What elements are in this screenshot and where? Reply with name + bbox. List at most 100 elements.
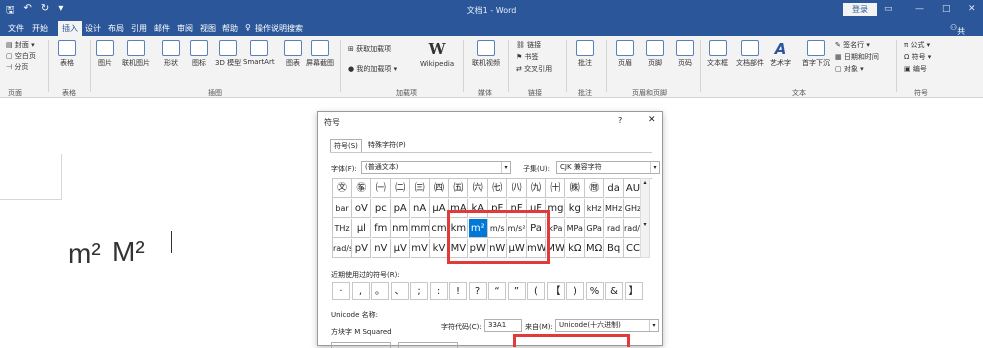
date-time-button[interactable]: ▦ 日期和时间	[835, 52, 879, 62]
symbol-cell[interactable]: ㈧	[507, 179, 527, 198]
recent-symbol[interactable]: “	[488, 282, 506, 300]
symbol-cell[interactable]: kHz	[585, 199, 605, 218]
page-number-button[interactable]: 页码	[676, 40, 694, 68]
tab-file[interactable]: 文件	[8, 23, 24, 34]
symbol-cell[interactable]: bar	[333, 199, 352, 218]
shapes-button[interactable]: 形状	[162, 40, 180, 68]
footer-button[interactable]: 页脚	[646, 40, 664, 68]
tab-view[interactable]: 视图	[200, 23, 216, 34]
recent-symbol[interactable]: ;	[410, 282, 428, 300]
recent-symbol[interactable]: ?	[468, 282, 487, 300]
symbol-cell[interactable]: ㈱	[565, 179, 585, 198]
symbol-cell[interactable]: da	[604, 179, 624, 198]
wordart-button[interactable]: A 艺术字	[770, 40, 791, 68]
object-button[interactable]: ▢ 对象 ▾	[835, 64, 864, 74]
wikipedia-button[interactable]: W Wikipedia	[420, 40, 454, 68]
symbol-cell[interactable]: ㈥	[468, 179, 488, 198]
symbol-cell[interactable]: rad/s²	[333, 239, 352, 258]
quick-parts-button[interactable]: 文档部件	[736, 40, 764, 68]
symbol-cell[interactable]: rad	[604, 219, 624, 238]
symbol-cell[interactable]: THz	[333, 219, 352, 238]
recent-symbol[interactable]: :	[429, 282, 448, 300]
tab-references[interactable]: 引用	[131, 23, 147, 34]
help-button[interactable]: ?	[618, 116, 622, 125]
link-button[interactable]: ⛓ 链接	[516, 40, 541, 50]
symbol-cell[interactable]: mV	[410, 239, 430, 258]
drop-cap-button[interactable]: 首字下沉	[802, 40, 830, 68]
symbol-cell[interactable]: ㈡	[391, 179, 411, 198]
symbol-cell[interactable]: MPa	[565, 219, 585, 238]
tab-design[interactable]: 设计	[85, 23, 101, 34]
symbol-cell[interactable]: ㈦	[488, 179, 508, 198]
symbol-cell[interactable]: pc	[371, 199, 391, 218]
char-code-input[interactable]: 33A1	[484, 319, 522, 332]
symbol-cell[interactable]: ㈢	[410, 179, 430, 198]
symbol-cell[interactable]: ㈣	[430, 179, 449, 198]
symbol-cell[interactable]: ㉆	[333, 179, 352, 198]
recent-symbol[interactable]: )	[566, 282, 584, 300]
subset-select[interactable]: CJK 兼容字符 ▾	[556, 161, 660, 174]
tell-me-search[interactable]: 操作说明搜索	[255, 23, 303, 34]
recent-symbol[interactable]: ·	[332, 282, 350, 300]
recent-symbol[interactable]: %	[585, 282, 604, 300]
get-addins-button[interactable]: ⊞ 获取加载项	[348, 44, 391, 54]
symbol-cell[interactable]: nm	[391, 219, 411, 238]
tab-review[interactable]: 审阅	[177, 23, 193, 34]
recent-symbol[interactable]: &	[605, 282, 623, 300]
close-window-icon[interactable]: ✕	[968, 4, 976, 14]
symbol-cell[interactable]: μV	[391, 239, 411, 258]
login-button[interactable]: 登录	[843, 3, 877, 16]
cover-page-button[interactable]: ▤ 封面 ▾	[6, 40, 35, 50]
tab-insert[interactable]: 插入	[58, 21, 82, 36]
autocorrect-button[interactable]	[331, 342, 391, 348]
page-break-button[interactable]: ⊣ 分页	[6, 62, 28, 72]
tab-symbols[interactable]: 符号(S)	[330, 139, 362, 152]
screenshot-button[interactable]: 屏幕截图	[306, 40, 334, 68]
tab-layout[interactable]: 布局	[108, 23, 124, 34]
recent-symbol[interactable]: 【	[546, 282, 565, 300]
online-video-button[interactable]: 联机视频	[472, 40, 500, 68]
chart-button[interactable]: 图表	[284, 40, 302, 68]
share-button[interactable]: ⚇ 共享	[950, 23, 965, 47]
symbol-cell[interactable]: ㈩	[546, 179, 566, 198]
header-button[interactable]: 页眉	[616, 40, 634, 68]
symbol-cell[interactable]: nA	[410, 199, 430, 218]
symbol-cell[interactable]: mm	[410, 219, 430, 238]
maximize-icon[interactable]: □	[942, 4, 951, 14]
table-button[interactable]: 表格	[58, 40, 76, 68]
symbol-cell[interactable]: pA	[391, 199, 411, 218]
recent-symbol[interactable]: 】	[624, 282, 643, 300]
symbol-cell[interactable]: pV	[352, 239, 372, 258]
tab-home[interactable]: 开始	[32, 23, 48, 34]
equation-button[interactable]: π 公式 ▾	[904, 40, 930, 50]
font-select[interactable]: (普通文本) ▾	[361, 161, 511, 174]
symbol-cell[interactable]: MΩ	[585, 239, 605, 258]
textbox-button[interactable]: 文本框	[707, 40, 728, 68]
recent-symbol[interactable]: !	[449, 282, 467, 300]
cross-reference-button[interactable]: ⇄ 交叉引用	[516, 64, 552, 74]
recent-symbol[interactable]: (	[527, 282, 545, 300]
blank-page-button[interactable]: ▢ 空白页	[6, 51, 36, 61]
shortcut-key-button[interactable]	[398, 342, 458, 348]
my-addins-button[interactable]: ● 我的加载项 ▾	[348, 64, 397, 74]
symbol-cell[interactable]: kΩ	[565, 239, 585, 258]
icons-button[interactable]: 图标	[190, 40, 208, 68]
symbol-cell[interactable]: ㉄	[585, 179, 605, 198]
bookmark-button[interactable]: ⚑ 书签	[516, 52, 539, 62]
close-dialog-button[interactable]: ✕	[648, 115, 656, 125]
symbol-cell[interactable]: ㈤	[449, 179, 469, 198]
symbol-cell[interactable]: kg	[565, 199, 585, 218]
recent-symbol[interactable]: ,	[351, 282, 370, 300]
symbol-button[interactable]: Ω 符号 ▾	[904, 52, 931, 62]
symbol-cell[interactable]: fm	[371, 219, 391, 238]
tab-special-characters[interactable]: 特殊字符(P)	[368, 140, 406, 150]
symbol-cell[interactable]: nV	[371, 239, 391, 258]
recent-symbol[interactable]: 、	[390, 282, 409, 300]
symbol-cell[interactable]: oV	[352, 199, 372, 218]
ribbon-display-icon[interactable]: ▭	[884, 4, 893, 14]
symbol-cell[interactable]: ㈨	[527, 179, 546, 198]
comment-button[interactable]: 批注	[576, 40, 594, 68]
numbering-button[interactable]: ▣ 编号	[904, 64, 927, 74]
tab-mailings[interactable]: 邮件	[154, 23, 170, 34]
minimize-icon[interactable]: —	[915, 4, 924, 14]
